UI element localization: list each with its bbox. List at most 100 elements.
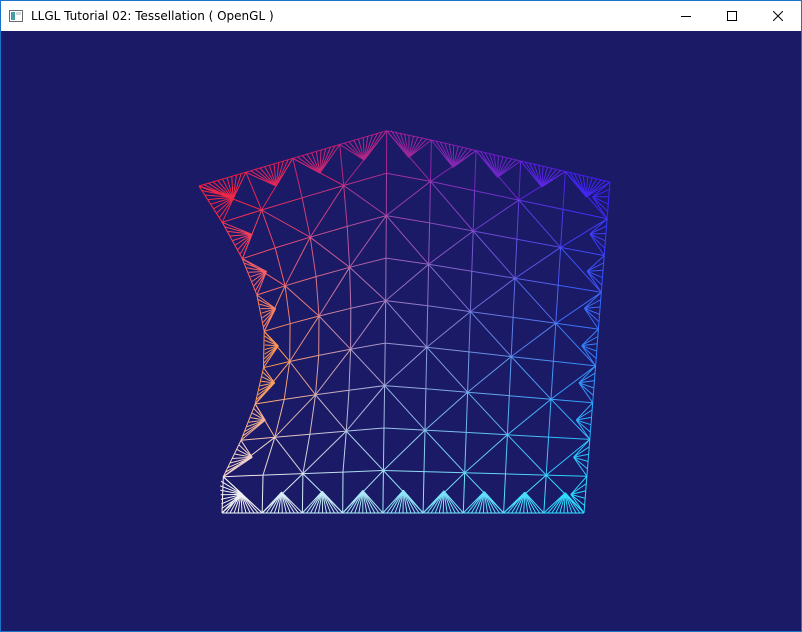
mesh-row-edge [426, 346, 470, 353]
mesh-col-edge [514, 239, 518, 279]
mesh-col-edge [309, 394, 316, 435]
top-edge-fan [363, 134, 374, 161]
left-edge-fan [244, 262, 267, 272]
mesh-diagonal [318, 315, 351, 350]
mesh-diagonal [350, 300, 387, 350]
mesh-diagonal [284, 236, 311, 287]
mesh-row-edge [470, 311, 514, 318]
mesh-diagonal [385, 181, 431, 216]
mesh-row-edge [464, 472, 506, 475]
close-icon [773, 11, 783, 21]
mesh-diagonal [345, 385, 385, 432]
mesh-col-edge [550, 361, 554, 400]
mesh-col-edge [518, 160, 522, 201]
maximize-button[interactable] [709, 1, 755, 31]
mesh-diagonal [426, 311, 471, 348]
mesh-col-edge [516, 200, 520, 240]
top-edge-fan [497, 159, 517, 178]
mesh-col-edge [315, 276, 320, 317]
mesh-col-edge [348, 349, 352, 391]
mesh-row-edge [350, 342, 386, 350]
mesh-col-edge [309, 237, 317, 277]
close-button[interactable] [755, 1, 801, 31]
mesh-row-edge [471, 270, 516, 279]
mesh-col-edge [221, 222, 243, 259]
bottom-edge-fan [362, 490, 372, 514]
mesh-diagonal [467, 391, 508, 436]
mesh-col-edge [383, 385, 386, 429]
mesh-row-edge [256, 285, 286, 296]
mesh-row-edge [514, 277, 559, 286]
mesh-row-edge [385, 300, 428, 307]
mesh-row-edge [292, 144, 340, 159]
mesh-row-edge [505, 473, 547, 476]
mesh-col-edge [462, 472, 466, 514]
mesh-row-edge [384, 385, 426, 390]
mesh-col-edge [555, 285, 559, 324]
render-viewport[interactable] [1, 31, 801, 631]
top-edge-fan [363, 130, 388, 161]
mesh-row-edge [513, 316, 556, 324]
mesh-col-edge [261, 475, 264, 514]
left-edge-fan [218, 196, 235, 219]
mesh-diagonal [385, 263, 429, 301]
mesh-diagonal [545, 439, 591, 476]
left-edge-fan [263, 330, 279, 347]
mesh-row-edge [315, 389, 350, 396]
mesh-row-edge [550, 398, 593, 404]
bottom-edge-fan [442, 490, 445, 514]
mesh-diagonal [289, 361, 316, 396]
maximize-icon [727, 11, 737, 21]
mesh-row-edge [343, 172, 387, 186]
mesh-col-edge [425, 347, 428, 389]
mesh-diagonal [507, 398, 552, 436]
mesh-col-edge [465, 392, 469, 433]
top-edge-fan [344, 142, 365, 161]
mesh-row-edge [346, 427, 385, 432]
mesh-row-edge [509, 395, 552, 400]
mesh-row-edge [423, 471, 465, 474]
mesh-row-edge [466, 431, 508, 436]
mesh-row-edge [274, 433, 310, 438]
minimize-button[interactable] [663, 1, 709, 31]
mesh-diagonal [350, 348, 385, 386]
title-bar[interactable]: LLGL Tutorial 02: Tessellation ( OpenGL … [1, 1, 801, 31]
mesh-row-edge [289, 354, 319, 362]
mesh-col-edge [301, 197, 311, 238]
mesh-row-edge [255, 398, 285, 405]
mesh-row-edge [427, 305, 471, 313]
mesh-col-edge [382, 427, 385, 471]
mesh-col-edge [505, 434, 508, 474]
mesh-row-edge [223, 474, 264, 478]
top-edge-fan [232, 173, 242, 200]
mesh-col-edge [428, 222, 431, 265]
mesh-col-edge [339, 144, 345, 186]
mesh-col-edge [592, 365, 597, 403]
mesh-row-edge [507, 434, 549, 438]
mesh-col-edge [198, 185, 223, 223]
mesh-col-edge [382, 470, 384, 514]
mesh-diagonal [315, 348, 351, 396]
mesh-row-edge [383, 470, 425, 473]
mesh-row-edge [558, 284, 602, 293]
mesh-col-edge [349, 267, 352, 309]
top-edge-fan [489, 153, 498, 178]
mesh-diagonal [428, 263, 471, 312]
mesh-row-edge [553, 360, 596, 367]
top-edge-fan [292, 157, 321, 174]
mesh-col-edge [292, 158, 303, 198]
mesh-diagonal [472, 199, 520, 232]
mesh-row-edge [318, 307, 351, 317]
mesh-diagonal [464, 434, 508, 474]
mesh-diagonal [426, 346, 468, 393]
mesh-col-edge [345, 390, 350, 432]
mesh-row-edge [385, 342, 427, 348]
mesh-col-edge [315, 355, 320, 395]
mesh-col-edge [261, 209, 276, 249]
mesh-col-edge [603, 218, 608, 256]
mesh-row-edge [347, 215, 387, 227]
mesh-col-edge [597, 292, 602, 330]
mesh-col-edge [557, 247, 562, 286]
mesh-col-edge [508, 356, 512, 396]
mesh-row-edge [425, 388, 468, 393]
